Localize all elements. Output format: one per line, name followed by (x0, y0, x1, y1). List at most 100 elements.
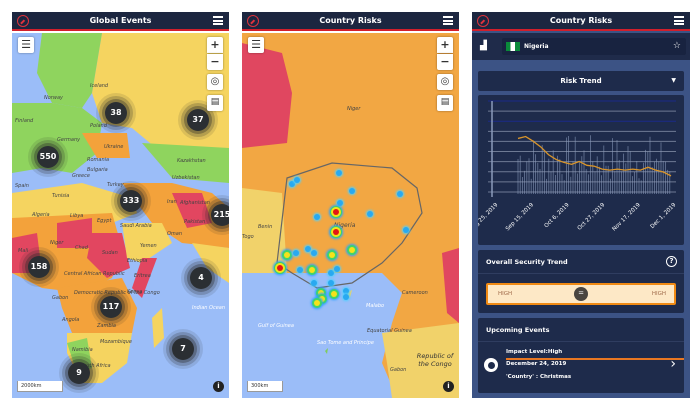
event-heat-point[interactable] (331, 291, 337, 297)
map-label: Mozambique (100, 339, 132, 345)
event-heat-point[interactable] (349, 188, 355, 194)
layers-button[interactable]: ☰ (248, 37, 264, 53)
event-heat-point[interactable] (319, 296, 325, 302)
map-label: Uzbekistan (172, 175, 200, 181)
country-select[interactable]: Nigeria ☆ (502, 38, 686, 55)
upcoming-events-title: Upcoming Events (478, 318, 684, 342)
map-label: Ukraine (104, 144, 124, 150)
locate-icon[interactable]: ◎ (207, 74, 223, 90)
event-heat-point[interactable] (297, 267, 303, 273)
event-heat-point[interactable] (337, 200, 343, 206)
app-header: Country Risks (472, 12, 690, 31)
map-label: Sudan (102, 250, 118, 256)
map-label: Indian Ocean (192, 305, 226, 311)
page-title: Country Risks (319, 16, 382, 25)
app-logo-icon (247, 15, 259, 27)
event-heat-point[interactable] (293, 250, 299, 256)
event-heat-point[interactable] (309, 267, 315, 273)
x-tick-label: Dec 1, 2019 (650, 202, 678, 230)
map-label: Chad (75, 245, 88, 251)
map-label: Norway (44, 95, 63, 101)
scale-bar: 300km (247, 381, 283, 392)
basemap-icon[interactable]: ▤ (437, 95, 453, 111)
event-cluster[interactable]: 117 (100, 296, 122, 318)
security-trend-indicator: HIGH = HIGH (486, 283, 676, 305)
map-label: Germany (57, 137, 81, 143)
world-map[interactable]: Iceland Norway Poland Germany Ukraine Ro… (12, 33, 229, 398)
event-name: 'Country' : Christmas (506, 374, 572, 380)
event-cluster[interactable]: 158 (28, 256, 50, 278)
layers-button[interactable]: ☰ (18, 37, 34, 53)
event-list-item[interactable]: Impact Level:High December 24, 2019 'Cou… (478, 342, 684, 392)
event-heat-point[interactable] (314, 214, 320, 220)
favorite-star-icon[interactable]: ☆ (673, 38, 681, 55)
trend-left-label: HIGH (498, 291, 513, 297)
event-cluster[interactable]: 9 (68, 362, 90, 384)
map-label: Sao Tome and Principe (317, 340, 374, 346)
map-label: Cameroon (402, 290, 428, 296)
map-label: Egypt (97, 218, 112, 224)
risk-trend-chart: Aug 25, 2019 Sep 15, 2019 Oct 6, 2019 Oct 2… (472, 95, 684, 245)
event-heat-point[interactable] (334, 266, 340, 272)
event-cluster[interactable]: 38 (105, 102, 127, 124)
event-cluster[interactable]: 215 (211, 204, 229, 226)
country-map[interactable]: Niger Nigeria Benin Togo Cameroon Malabo… (242, 33, 459, 398)
hamburger-menu-icon[interactable] (674, 16, 684, 25)
event-heat-point[interactable] (328, 270, 334, 276)
zoom-in-button[interactable]: + (437, 37, 453, 53)
event-heat-point[interactable] (328, 280, 334, 286)
map-label: Oman (167, 231, 183, 237)
event-heat-point[interactable] (403, 227, 409, 233)
event-heat-point[interactable] (311, 280, 317, 286)
event-heat-point[interactable] (284, 252, 290, 258)
event-cluster[interactable]: 7 (172, 338, 194, 360)
event-heat-point[interactable] (397, 191, 403, 197)
event-heat-point[interactable] (367, 211, 373, 217)
buildings-icon: ▟ (480, 41, 487, 51)
map-label: Iran (167, 199, 177, 205)
event-heat-point[interactable] (294, 177, 300, 183)
event-heat-point[interactable] (314, 300, 320, 306)
map-label: Democratic Republic of the Congo (74, 290, 160, 296)
hamburger-menu-icon[interactable] (443, 16, 453, 25)
help-icon[interactable]: ? (666, 256, 677, 267)
event-heat-point[interactable] (329, 252, 335, 258)
event-heat-point[interactable] (336, 170, 342, 176)
zoom-out-button[interactable]: − (437, 54, 453, 70)
trend-right-label: HIGH (651, 291, 666, 297)
event-heat-point[interactable] (333, 209, 339, 215)
event-heat-point[interactable] (349, 247, 355, 253)
hamburger-menu-icon[interactable] (213, 16, 223, 25)
event-cluster[interactable]: 37 (187, 109, 209, 131)
zoom-in-button[interactable]: + (207, 37, 223, 53)
app-logo-icon (17, 15, 29, 27)
map-label: Namibia (72, 347, 93, 353)
event-heat-point[interactable] (311, 250, 317, 256)
event-cluster[interactable]: 550 (37, 146, 59, 168)
chart-type-dropdown[interactable]: Risk Trend ▼ (478, 71, 684, 91)
country-risks-map-screen: Niger Nigeria Benin Togo Cameroon Malabo… (242, 12, 459, 398)
map-label: Bulgaria (87, 167, 108, 173)
basemap-icon[interactable]: ▤ (207, 95, 223, 111)
map-label: Malabo (366, 303, 385, 309)
event-cluster[interactable]: 4 (190, 267, 212, 289)
info-icon[interactable]: i (443, 381, 454, 392)
event-heat-point[interactable] (277, 265, 283, 271)
event-type-icon (484, 358, 498, 372)
event-heat-point[interactable] (333, 229, 339, 235)
zoom-out-button[interactable]: − (207, 54, 223, 70)
map-label: Finland (15, 118, 34, 124)
chevron-right-icon[interactable]: › (670, 356, 676, 372)
locate-icon[interactable]: ◎ (437, 74, 453, 90)
map-label: Angola (62, 317, 80, 323)
info-icon[interactable]: i (213, 381, 224, 392)
map-label: Gulf of Guinea (258, 323, 294, 329)
x-tick-label: Nov 17, 2019 (611, 202, 642, 233)
x-tick-label: Sep 15, 2019 (505, 202, 535, 232)
map-label: Niger (347, 106, 361, 112)
event-cluster[interactable]: 333 (120, 190, 142, 212)
upcoming-events-card: Upcoming Events Impact Level:High Decemb… (478, 318, 684, 393)
map-label: Eritrea (134, 273, 151, 279)
event-heat-point[interactable] (343, 294, 349, 300)
event-heat-point[interactable] (305, 246, 311, 252)
